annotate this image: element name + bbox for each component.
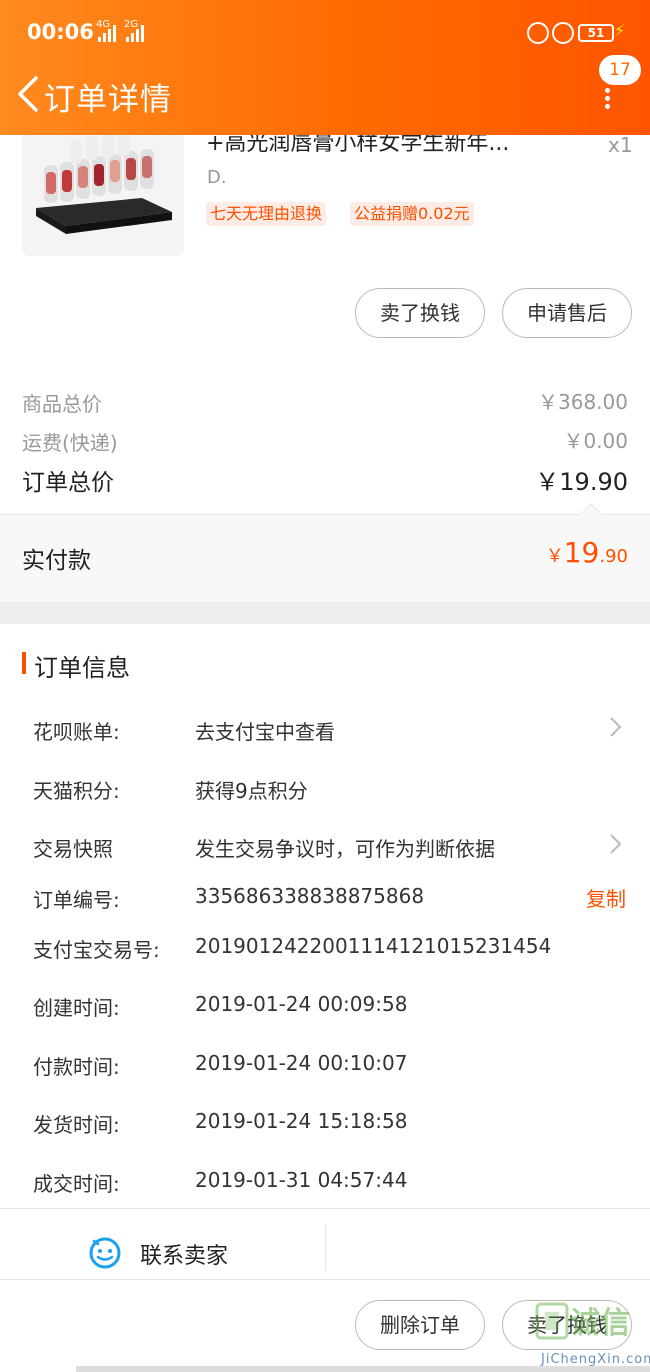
- contact-seller-button[interactable]: 联系卖家: [140, 1238, 228, 1270]
- paid-value: ￥19.90: [546, 536, 628, 569]
- order-number-value: 335686338838875868: [195, 884, 425, 908]
- sell-button[interactable]: 卖了换钱: [355, 288, 485, 338]
- paid-decimal: .90: [599, 546, 628, 567]
- huabei-label: 花呗账单:: [33, 720, 120, 744]
- order-number-label: 订单编号:: [33, 888, 120, 912]
- points-value: 获得9点积分: [195, 779, 308, 803]
- created-time-label: 创建时间:: [33, 996, 120, 1020]
- chevron-right-icon[interactable]: [608, 716, 622, 738]
- section-divider: [0, 602, 650, 624]
- status-bar: 00:06 4G 2G 51 ⚡: [0, 0, 650, 66]
- order-total-value: ￥19.90: [535, 468, 628, 496]
- snapshot-link[interactable]: 发生交易争议时，可作为判断依据: [195, 833, 495, 862]
- back-icon[interactable]: [14, 74, 48, 114]
- points-label: 天猫积分:: [33, 779, 120, 803]
- pointer-arrow: [580, 503, 602, 515]
- signal-icon-2: [126, 24, 144, 42]
- after-sale-button[interactable]: 申请售后: [502, 288, 632, 338]
- copy-button[interactable]: 复制: [586, 883, 626, 912]
- created-time-value: 2019-01-24 00:09:58: [195, 992, 408, 1016]
- snapshot-label: 交易快照: [33, 837, 113, 861]
- paid-integer: 19: [563, 536, 600, 569]
- goods-total-label: 商品总价: [22, 392, 102, 416]
- huabei-link[interactable]: 去支付宝中查看: [195, 716, 335, 745]
- signal-icon: [98, 24, 116, 42]
- shipping-value: ￥0.00: [563, 429, 628, 453]
- battery-icon: 51: [578, 24, 614, 42]
- chevron-right-icon[interactable]: [608, 833, 622, 855]
- charging-icon: ⚡: [614, 21, 626, 40]
- paid-currency: ￥: [545, 546, 564, 567]
- paid-label: 实付款: [22, 548, 91, 574]
- shipping-label: 运费(快递): [22, 431, 118, 455]
- order-info-title: 订单信息: [34, 654, 130, 682]
- closed-time-value: 2019-01-31 04:57:44: [195, 1168, 408, 1192]
- page-title: 订单详情: [44, 82, 172, 118]
- alipay-trade-value: 2019012422001114121015231454: [195, 934, 552, 958]
- product-sku: D.: [207, 167, 227, 188]
- alarm-icon: [552, 22, 574, 44]
- closed-time-label: 成交时间:: [33, 1172, 120, 1196]
- status-time: 00:06: [27, 20, 94, 44]
- paid-time-value: 2019-01-24 00:10:07: [195, 1051, 408, 1075]
- shipped-time-label: 发货时间:: [33, 1113, 120, 1137]
- shipped-time-value: 2019-01-24 15:18:58: [195, 1109, 408, 1133]
- message-badge[interactable]: 17: [599, 55, 641, 85]
- section-accent-bar: [22, 652, 26, 674]
- lock-rotation-icon: [527, 22, 549, 44]
- chat-smile-icon[interactable]: [88, 1235, 122, 1269]
- charity-tag: 公益捐赠0.02元: [350, 202, 474, 226]
- app-header: 00:06 4G 2G 51 ⚡ 订单详情 17: [0, 0, 650, 135]
- watermark-text: 诚信: [570, 1306, 630, 1341]
- alipay-trade-label: 支付宝交易号:: [33, 938, 160, 962]
- order-total-label: 订单总价: [22, 470, 114, 496]
- watermark-subtext: JiChengXin.com: [541, 1352, 650, 1367]
- product-quantity: x1: [608, 133, 633, 157]
- paid-time-label: 付款时间:: [33, 1055, 120, 1079]
- return-policy-tag: 七天无理由退换: [206, 202, 327, 226]
- more-menu-icon[interactable]: [600, 85, 614, 113]
- delete-order-button[interactable]: 删除订单: [355, 1300, 485, 1350]
- goods-total-value: ￥368.00: [538, 390, 628, 414]
- contact-divider: [325, 1224, 326, 1270]
